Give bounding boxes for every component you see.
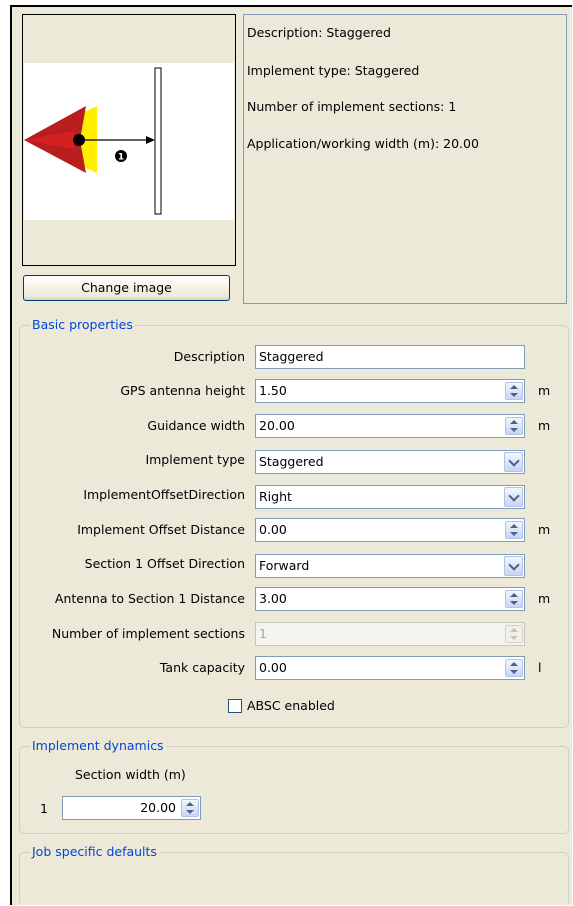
number-of-sections-spinner: [505, 625, 523, 643]
antenna-dot-icon: [73, 134, 85, 146]
implement-offset-direction-select[interactable]: Right: [255, 485, 525, 509]
antenna-section-distance-unit: m: [538, 591, 551, 606]
spin-down-icon: [510, 601, 518, 605]
guidance-width-unit: m: [538, 418, 551, 433]
spin-down-icon: [186, 810, 194, 814]
section-offset-direction-label: Section 1 Offset Direction: [84, 556, 245, 571]
section-row-index: 1: [40, 801, 48, 816]
section-width-header: Section width (m): [75, 767, 186, 782]
implement-type-dropdown-button[interactable]: [504, 452, 523, 472]
spin-down-icon: [510, 636, 518, 640]
guidance-width-label: Guidance width: [147, 418, 245, 433]
implement-offset-direction-value: Right: [259, 489, 292, 504]
spin-down-icon: [510, 532, 518, 536]
implement-dynamics-legend: Implement dynamics: [30, 738, 166, 753]
implement-offset-distance-value: 0.00: [259, 522, 287, 537]
job-defaults-group: [19, 852, 569, 906]
gps-antenna-height-input[interactable]: 1.50: [255, 379, 525, 403]
spin-down-icon: [510, 670, 518, 674]
implement-bar: [154, 67, 162, 215]
number-of-sections-input: 1: [255, 622, 525, 646]
description-label: Description: [173, 349, 245, 364]
tank-capacity-label: Tank capacity: [159, 660, 245, 675]
implement-offset-distance-label: Implement Offset Distance: [77, 522, 245, 537]
implement-offset-distance-unit: m: [538, 522, 551, 537]
job-defaults-legend: Job specific defaults: [30, 844, 159, 859]
spin-up-icon: [510, 662, 518, 666]
section-offset-direction-select[interactable]: Forward: [255, 554, 525, 578]
spin-up-icon: [510, 385, 518, 389]
absc-enabled-checkbox[interactable]: [228, 699, 242, 713]
section-width-spinner[interactable]: [181, 799, 199, 817]
description-value: Staggered: [259, 349, 324, 364]
implement-offset-direction-dropdown-button[interactable]: [504, 487, 523, 507]
antenna-section-distance-label: Antenna to Section 1 Distance: [54, 591, 245, 606]
summary-width: Application/working width (m): 20.00: [247, 136, 479, 151]
number-of-sections-label: Number of implement sections: [51, 626, 245, 641]
chevron-down-icon: [508, 490, 520, 502]
summary-description: Description: Staggered: [247, 25, 391, 40]
spin-up-icon: [510, 628, 518, 632]
change-image-button[interactable]: Change image: [23, 275, 230, 301]
gps-antenna-height-label: GPS antenna height: [120, 383, 245, 398]
spin-up-icon: [510, 420, 518, 424]
gps-antenna-height-spinner[interactable]: [505, 382, 523, 400]
guidance-width-value: 20.00: [259, 418, 295, 433]
gps-antenna-height-value: 1.50: [259, 383, 287, 398]
implement-offset-direction-label: ImplementOffsetDirection: [83, 487, 245, 502]
tank-capacity-input[interactable]: 0.00: [255, 656, 525, 680]
implement-type-select[interactable]: Staggered: [255, 450, 525, 474]
implement-image-canvas: 1: [24, 63, 234, 220]
absc-enabled-label[interactable]: ABSC enabled: [247, 698, 335, 713]
gps-antenna-height-unit: m: [538, 383, 551, 398]
implement-summary: Description: Staggered Implement type: S…: [243, 14, 567, 304]
antenna-section-distance-spinner[interactable]: [505, 590, 523, 608]
section-offset-direction-value: Forward: [259, 558, 310, 573]
tank-capacity-value: 0.00: [259, 660, 287, 675]
chevron-down-icon: [508, 559, 520, 571]
description-input[interactable]: Staggered: [255, 345, 525, 369]
section-offset-direction-dropdown-button[interactable]: [504, 556, 523, 576]
section-marker-label: 1: [118, 153, 124, 163]
guidance-width-input[interactable]: 20.00: [255, 414, 525, 438]
tank-capacity-unit: l: [538, 660, 542, 675]
tank-capacity-spinner[interactable]: [505, 659, 523, 677]
summary-sections: Number of implement sections: 1: [247, 99, 457, 114]
spin-up-icon: [510, 524, 518, 528]
spin-up-icon: [510, 593, 518, 597]
offset-arrow-head: [146, 136, 155, 144]
section-width-input[interactable]: 20.00: [62, 796, 201, 820]
spin-down-icon: [510, 428, 518, 432]
implement-dynamics-group: [19, 746, 569, 834]
implement-offset-distance-spinner[interactable]: [505, 521, 523, 539]
number-of-sections-value: 1: [259, 626, 267, 641]
implement-image-box: 1: [22, 14, 236, 266]
guidance-width-spinner[interactable]: [505, 417, 523, 435]
summary-implement-type: Implement type: Staggered: [247, 63, 420, 78]
implement-offset-distance-input[interactable]: 0.00: [255, 518, 525, 542]
antenna-section-distance-value: 3.00: [259, 591, 287, 606]
implement-type-label: Implement type: [145, 452, 245, 467]
section-width-value: 20.00: [140, 800, 176, 815]
spin-up-icon: [186, 802, 194, 806]
basic-properties-legend: Basic properties: [30, 317, 135, 332]
chevron-down-icon: [508, 455, 520, 467]
implement-type-value: Staggered: [259, 454, 324, 469]
spin-down-icon: [510, 393, 518, 397]
antenna-section-distance-input[interactable]: 3.00: [255, 587, 525, 611]
implement-diagram: 1: [24, 67, 162, 215]
